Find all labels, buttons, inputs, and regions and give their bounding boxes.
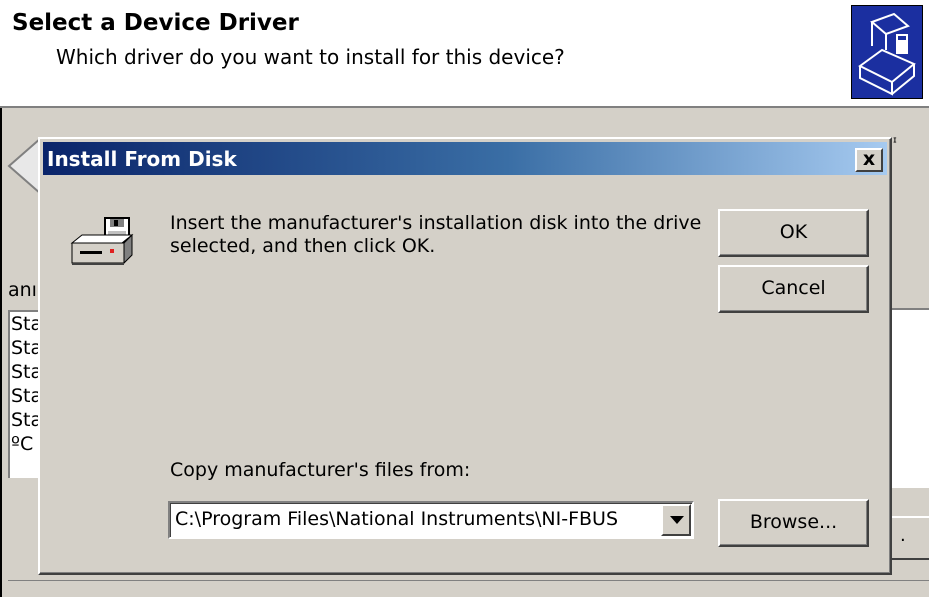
wizard-title: Select a Device Driver [12,10,299,36]
dialog-titlebar[interactable]: Install From Disk x [43,142,887,175]
instruction-message: Insert the manufacturer's installation d… [170,212,702,257]
model-list[interactable] [890,308,929,488]
screen: Select a Device Driver Which driver do y… [0,0,929,597]
cancel-button[interactable]: Cancel [718,265,869,313]
copy-files-label: Copy manufacturer's files from: [170,459,471,481]
copy-files-from-combobox[interactable] [168,501,694,539]
close-button[interactable]: x [855,148,883,172]
floppy-disk-drive-icon [70,217,134,269]
chevron-down-icon [670,516,684,524]
wizard-manufacturer-label-fragment: anı [8,279,36,301]
manufacturer-list[interactable]: Sta Sta Sta Sta Sta ºC [8,310,42,478]
have-disk-button[interactable]: . [888,516,929,560]
close-icon: x [862,148,876,170]
ok-button[interactable]: OK [718,209,869,257]
wizard-right-label-fragment: ᶦ [893,133,898,152]
dialog-title: Install From Disk [47,147,237,171]
install-from-disk-dialog: Install From Disk x Insert the manufactu… [38,137,892,575]
path-input[interactable] [175,508,655,530]
wizard-subtitle: Which driver do you want to install for … [56,45,565,69]
wizard-divider [8,580,929,597]
dropdown-button[interactable] [661,504,691,536]
browse-button[interactable]: Browse... [718,499,869,547]
hardware-wizard-icon [851,5,923,99]
wizard-header: Select a Device Driver Which driver do y… [0,0,929,108]
